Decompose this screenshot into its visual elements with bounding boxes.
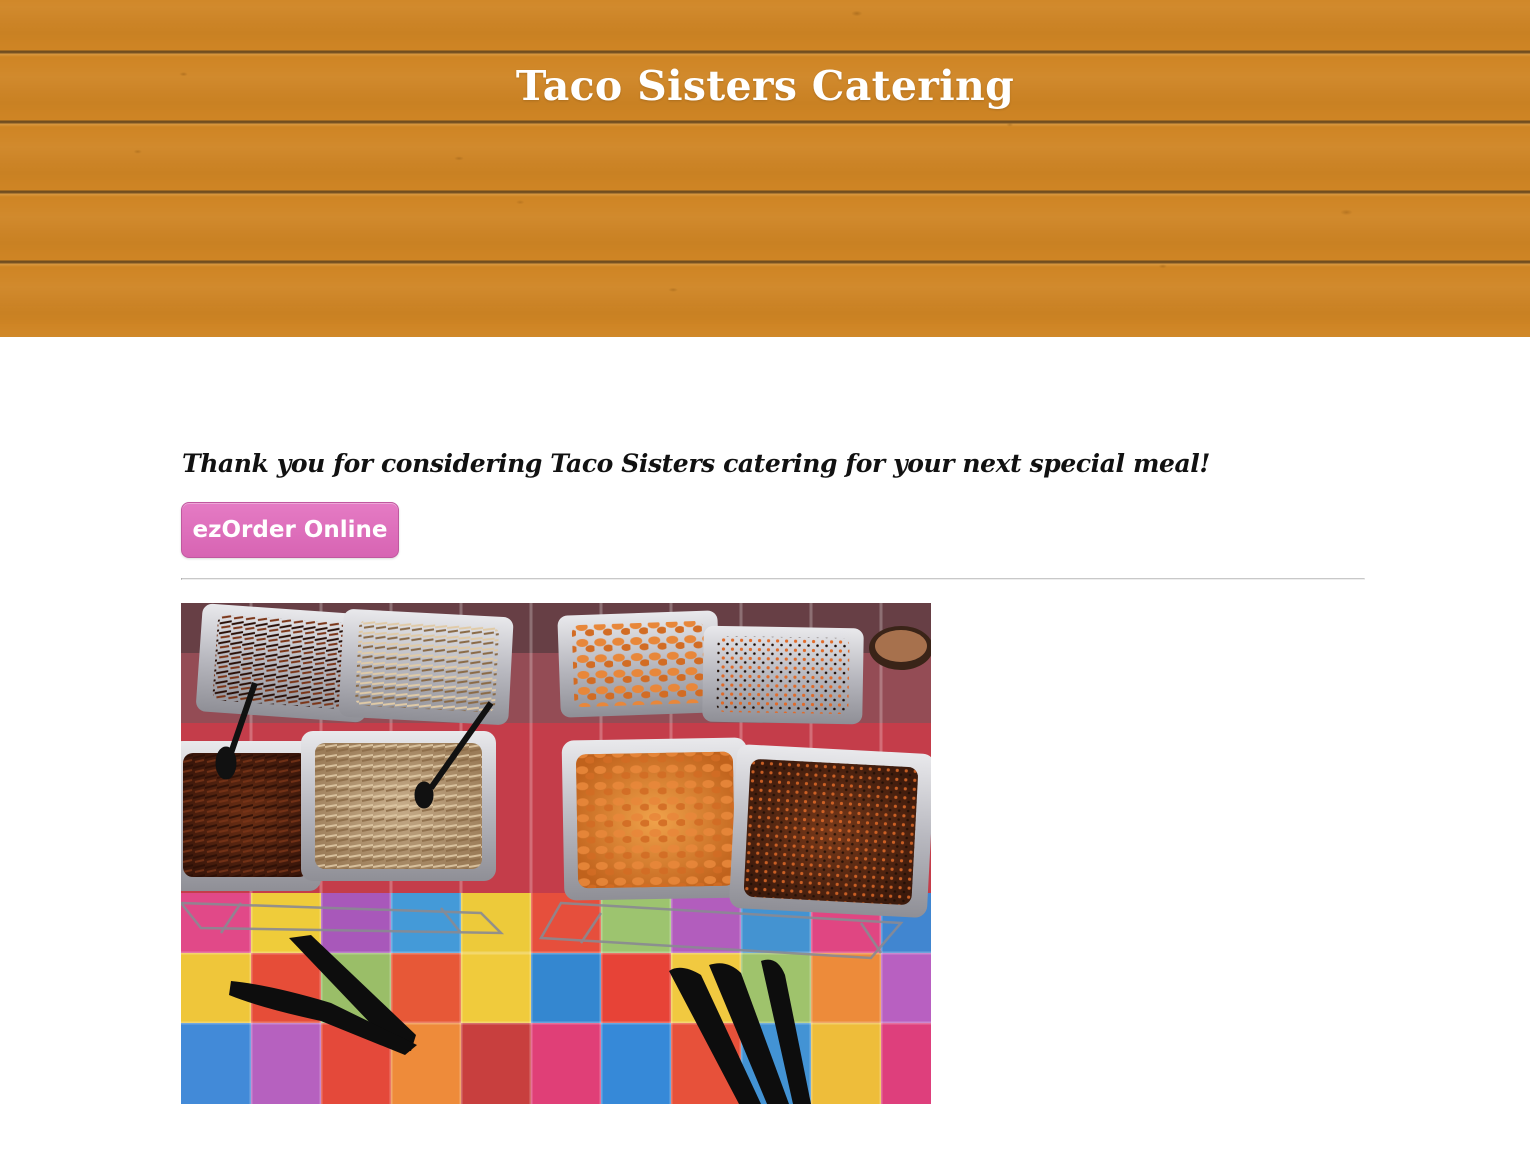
- ezorder-online-button[interactable]: ezOrder Online: [181, 502, 399, 558]
- intro-heading: Thank you for considering Taco Sisters c…: [182, 449, 1210, 478]
- wood-grain-texture: [0, 0, 1530, 337]
- hero-banner: Taco Sisters Catering: [0, 0, 1530, 337]
- catering-photo: [181, 603, 931, 1104]
- site-title[interactable]: Taco Sisters Catering: [0, 62, 1530, 110]
- section-divider: [181, 578, 1365, 580]
